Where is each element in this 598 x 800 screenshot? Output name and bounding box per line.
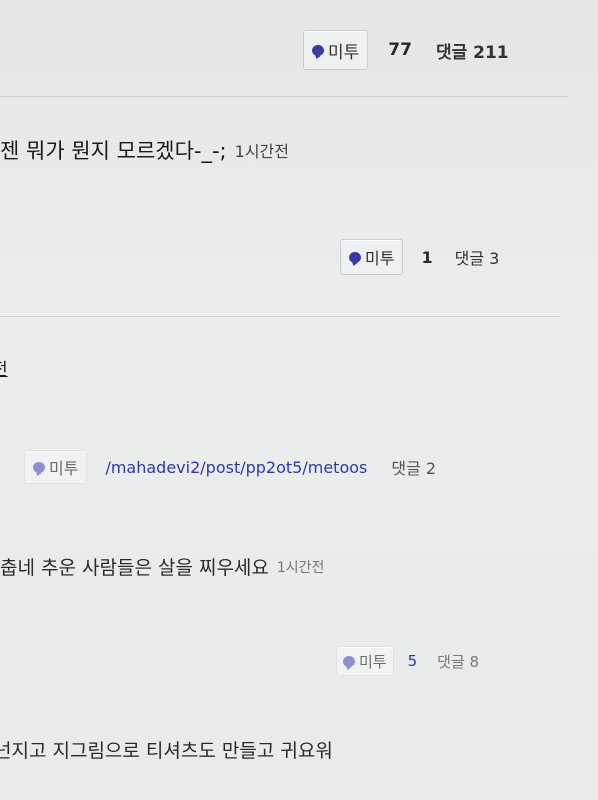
comments-link[interactable]: 댓글 8 (437, 651, 479, 672)
speech-bubble-icon (312, 44, 324, 56)
post-text-row: 젠 뭐가 뭔지 모르겠다-_-; 1시간전 (0, 135, 289, 165)
metoo-button[interactable]: 미투 (336, 646, 394, 676)
post-time[interactable]: 1시간전 (277, 557, 325, 577)
metoo-label: 미투 (328, 42, 360, 63)
post-text-row: 넌지고 지그림으로 티셔츠도 만들고 귀요워 (0, 736, 333, 763)
metoo-count[interactable]: 1 (421, 248, 432, 267)
metoo-label: 미투 (359, 652, 387, 671)
post-actions: 미투 77 댓글 211 (303, 30, 509, 70)
speech-bubble-icon (33, 461, 45, 473)
post-text: 젠 뭐가 뭔지 모르겠다-_-; (0, 139, 227, 163)
comments-link[interactable]: 댓글 211 (436, 38, 509, 63)
post-text-row: 춥네 추운 사람들은 살을 찌우세요 1시간전 (0, 553, 324, 580)
post-actions: 미투 5 댓글 8 (336, 646, 479, 676)
post-text: 넌지고 지그림으로 티셔츠도 만들고 귀요워 (0, 740, 333, 762)
metoo-button[interactable]: 미투 (340, 239, 404, 275)
metoos-link[interactable]: /mahadevi2/post/pp2ot5/metoos (105, 458, 367, 477)
metoo-label: 미투 (49, 459, 79, 478)
metoo-button[interactable]: 미투 (303, 30, 369, 70)
metoo-button[interactable]: 미투 (24, 450, 88, 484)
post-text: 춥네 추운 사람들은 살을 찌우세요 (0, 557, 269, 579)
comments-link[interactable]: 댓글 2 (391, 455, 436, 479)
metoo-count[interactable]: 5 (408, 652, 418, 670)
metoo-count[interactable]: 77 (388, 40, 412, 60)
post-divider (0, 316, 560, 317)
post-text: 전 (0, 355, 8, 380)
post-actions: 미투 1 댓글 3 (340, 239, 499, 275)
timeline: 미투 77 댓글 211 젠 뭐가 뭔지 모르겠다-_-; 1시간전 미투 1 … (0, 0, 598, 800)
post-actions: 미투 /mahadevi2/post/pp2ot5/metoos 댓글 2 (24, 450, 436, 484)
comments-link[interactable]: 댓글 3 (455, 245, 500, 269)
metoo-label: 미투 (365, 249, 395, 268)
speech-bubble-icon (343, 655, 355, 667)
post-text-row: 전 (0, 355, 8, 380)
post-divider (0, 96, 568, 97)
post-time[interactable]: 1시간전 (235, 138, 289, 162)
speech-bubble-icon (349, 251, 361, 263)
